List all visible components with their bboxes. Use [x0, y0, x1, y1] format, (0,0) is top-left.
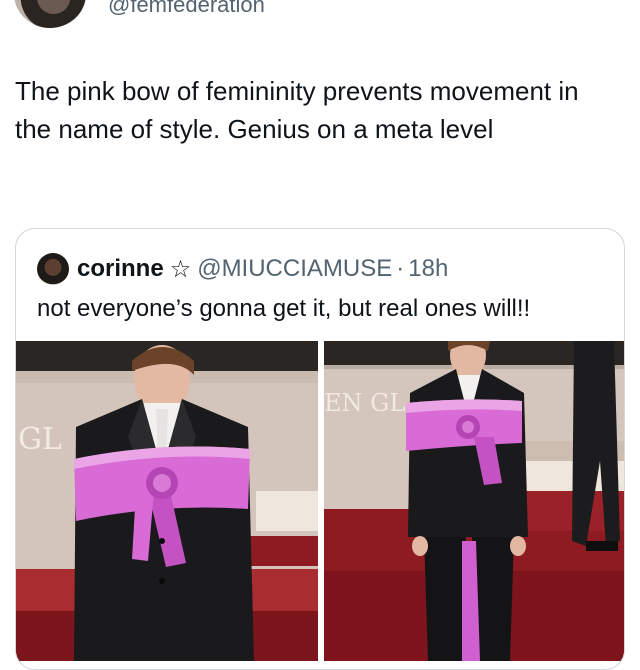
- author-row: @femfederation: [0, 0, 640, 34]
- separator-dot: ·: [396, 255, 405, 282]
- author-handle[interactable]: @femfederation: [108, 0, 265, 18]
- quoted-author-handle[interactable]: @MIUCCIAMUSE: [197, 255, 392, 283]
- backdrop-text: EN GL: [324, 389, 405, 417]
- quoted-author-name[interactable]: corinne: [77, 255, 164, 283]
- quoted-tweet-timestamp[interactable]: 18h: [408, 255, 448, 283]
- quoted-photo-1[interactable]: GL: [16, 341, 318, 661]
- star-outline-icon: ☆: [169, 255, 192, 283]
- quoted-author-avatar[interactable]: [37, 253, 69, 285]
- backdrop-text: GL: [18, 422, 62, 457]
- quoted-tweet-text: not everyone’s gonna get it, but real on…: [37, 295, 531, 322]
- quoted-tweet-header: corinne ☆ @MIUCCIAMUSE · 18h: [37, 251, 448, 287]
- tweet-text: The pink bow of femininity prevents move…: [15, 76, 579, 144]
- quoted-tweet-card[interactable]: corinne ☆ @MIUCCIAMUSE · 18h not everyon…: [15, 228, 625, 670]
- quoted-photo-2[interactable]: EN GL: [324, 341, 624, 661]
- author-avatar[interactable]: [14, 0, 86, 28]
